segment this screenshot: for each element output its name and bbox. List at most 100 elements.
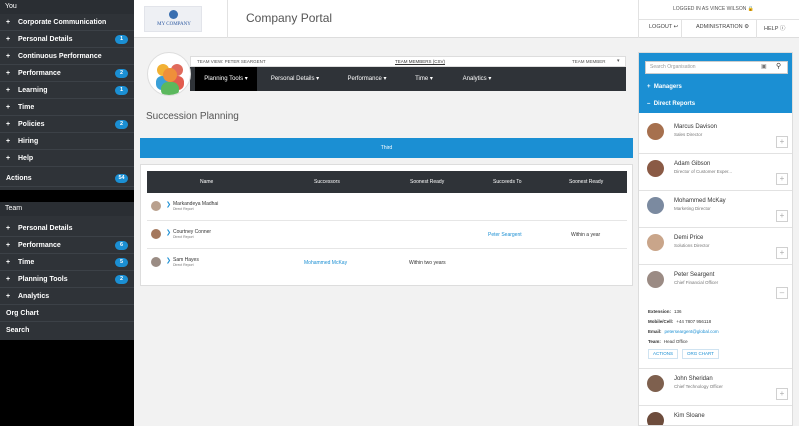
table-row[interactable]: ❯ Sam Hayes Direct Report Mohammed McKay…	[147, 249, 627, 277]
sidebar-item-actions[interactable]: Actions 54	[0, 170, 134, 187]
count-badge: 2	[115, 69, 128, 78]
person-card[interactable]: Marcus Davison Sales Director +	[639, 117, 792, 154]
chevron-down-icon[interactable]: ▾	[617, 58, 620, 64]
tab-personal-details[interactable]: Personal Details ▾	[260, 67, 330, 91]
sidebar-item-hiring[interactable]: + Hiring	[0, 133, 134, 150]
person-name[interactable]: Mohammed McKay	[674, 198, 726, 204]
chevron-right-icon[interactable]: ❯	[166, 201, 171, 208]
sidebar-item-time[interactable]: + Time	[0, 99, 134, 116]
actions-button[interactable]: ACTIONS	[648, 349, 679, 359]
plus-icon: +	[6, 138, 11, 145]
person-card[interactable]: Kim Sloane	[639, 406, 792, 425]
sidebar-team-section: Team + Personal Details + Performance 6 + Ti…	[0, 202, 134, 340]
chevron-right-icon[interactable]: ❯	[166, 257, 171, 264]
person-card[interactable]: Demi Price Solutions Director +	[639, 228, 792, 265]
sidebar-item-team-time[interactable]: + Time 5	[0, 254, 134, 271]
sidebar-item-label: Personal Details	[18, 225, 73, 232]
direct-reports-toggle[interactable]: – Direct Reports	[639, 98, 792, 111]
column-header-soonest-ready: Soonest Ready	[410, 179, 445, 185]
plus-icon: +	[6, 104, 11, 111]
team-members-csv-link[interactable]: TEAM MEMBERS (CSV)	[395, 59, 445, 64]
person-card[interactable]: John Sheridan Chief Technology Officer +	[639, 369, 792, 406]
expand-plus-icon[interactable]: +	[776, 247, 788, 259]
tab-label: Personal Details	[270, 76, 315, 82]
sidebar-item-personal-details[interactable]: + Personal Details 1	[0, 31, 134, 48]
help-link[interactable]: HELP ⓘ	[764, 24, 785, 32]
tab-planning-tools[interactable]: Planning Tools ▾	[195, 67, 257, 91]
avatar	[151, 229, 161, 239]
plus-icon: +	[6, 225, 11, 232]
sidebar-item-label: Time	[18, 259, 35, 266]
row-subtitle: Direct Report	[173, 207, 194, 211]
sidebar-item-help[interactable]: + Help	[0, 150, 134, 167]
sidebar-item-label: Help	[18, 155, 34, 162]
team-label: Team:	[648, 339, 661, 344]
table-row[interactable]: ❯ Markandeya Madhai Direct Report	[147, 193, 627, 221]
avatar	[151, 257, 161, 267]
person-name[interactable]: Adam Gibson	[674, 161, 710, 167]
avatar	[647, 375, 664, 392]
team-member-select[interactable]: TEAM MEMBER	[572, 59, 606, 64]
sidebar-item-team-analytics[interactable]: + Analytics	[0, 288, 134, 305]
collapse-minus-icon[interactable]: –	[776, 287, 788, 299]
sidebar-item-team-personal-details[interactable]: + Personal Details	[0, 220, 134, 237]
person-name[interactable]: John Sheridan	[674, 376, 713, 382]
sidebar-item-learning[interactable]: + Learning 1	[0, 82, 134, 99]
person-card[interactable]: Adam Gibson Director of Customer Exper..…	[639, 154, 792, 191]
managers-label: Managers	[653, 84, 682, 90]
mobile-value: +44 7807 956118	[676, 319, 712, 324]
sidebar-you-header: You	[0, 0, 134, 14]
tab-performance[interactable]: Performance ▾	[337, 67, 397, 91]
person-title: Sales Director	[674, 132, 703, 137]
extension-value: 136	[674, 309, 682, 314]
person-title: Chief Technology Officer	[674, 384, 723, 389]
header-divider	[756, 19, 757, 38]
sidebar-item-team-performance[interactable]: + Performance 6	[0, 237, 134, 254]
sidebar-item-continuous-performance[interactable]: + Continuous Performance	[0, 48, 134, 65]
email-link[interactable]: peterseargent@global.com	[665, 329, 719, 334]
company-logo[interactable]: MY COMPANY	[144, 6, 202, 32]
person-name[interactable]: Peter Seargent	[674, 272, 714, 278]
search-icon[interactable]: ⚲	[776, 62, 781, 70]
plus-icon: +	[647, 84, 651, 90]
sidebar-item-label: Corporate Communication	[18, 19, 107, 26]
administration-link[interactable]: ADMINISTRATION ⚙	[696, 24, 749, 30]
team-view-bar: TEAM VIEW: PETER SEARGENT TEAM MEMBERS (…	[190, 56, 626, 67]
sidebar-item-corporate-communication[interactable]: + Corporate Communication	[0, 14, 134, 31]
sidebar-item-policies[interactable]: + Policies 2	[0, 116, 134, 133]
person-title: Marketing Director	[674, 206, 711, 211]
sidebar-item-team-planning-tools[interactable]: + Planning Tools 2	[0, 271, 134, 288]
person-name[interactable]: Kim Sloane	[674, 413, 705, 419]
expand-plus-icon[interactable]: +	[776, 136, 788, 148]
table-row[interactable]: ❯ Courtney Conner Direct Report Peter Se…	[147, 221, 627, 249]
column-header-name: Name	[200, 179, 214, 185]
search-placeholder: Search Organisation	[650, 64, 696, 70]
sidebar-item-label: Org Chart	[6, 310, 39, 317]
clear-icon[interactable]: ▣	[761, 63, 767, 70]
count-badge: 54	[115, 174, 128, 183]
expand-plus-icon[interactable]: +	[776, 173, 788, 185]
person-name[interactable]: Marcus Davison	[674, 124, 717, 130]
logout-link[interactable]: LOGOUT ↩	[649, 24, 678, 30]
lock-icon: 🔒	[747, 6, 754, 12]
avatar	[647, 123, 664, 140]
person-card[interactable]: Mohammed McKay Marketing Director +	[639, 191, 792, 228]
tab-label: Time	[415, 76, 429, 82]
sidebar-item-performance[interactable]: + Performance 2	[0, 65, 134, 82]
expand-plus-icon[interactable]: +	[776, 388, 788, 400]
person-name[interactable]: Demi Price	[674, 235, 703, 241]
chevron-right-icon[interactable]: ❯	[166, 229, 171, 236]
tab-time[interactable]: Time ▾	[405, 67, 443, 91]
tab-analytics[interactable]: Analytics ▾	[452, 67, 502, 91]
count-badge: 6	[115, 241, 128, 250]
expand-plus-icon[interactable]: +	[776, 210, 788, 222]
plus-icon: +	[6, 121, 11, 128]
sidebar-item-org-chart[interactable]: Org Chart	[0, 305, 134, 322]
org-chart-button[interactable]: ORG CHART	[682, 349, 719, 359]
sidebar-item-search[interactable]: Search	[0, 322, 134, 339]
managers-toggle[interactable]: + Managers	[639, 81, 792, 94]
successor-link[interactable]: Mohammed McKay	[304, 260, 347, 266]
person-card-expanded[interactable]: Peter Seargent Chief Financial Officer –	[639, 265, 792, 301]
help-label: HELP	[764, 26, 779, 32]
succeeds-to-link[interactable]: Peter Seargent	[488, 232, 522, 238]
